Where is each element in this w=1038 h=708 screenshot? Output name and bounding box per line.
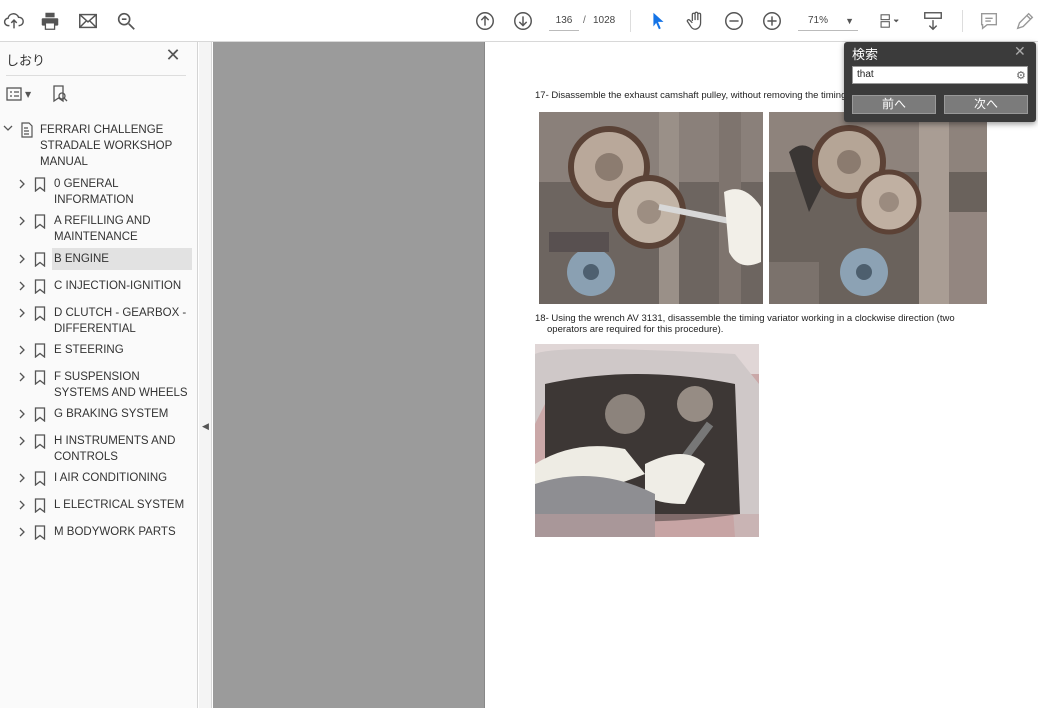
find-input[interactable]: that	[852, 66, 1028, 84]
page-separator: /	[583, 15, 586, 26]
step-18-text-cont: operators are required for this procedur…	[547, 324, 724, 335]
chevron-right-icon[interactable]	[16, 435, 28, 449]
bookmark-icon	[34, 471, 46, 487]
bookmark-label: M BODYWORK PARTS	[54, 526, 176, 538]
zoom-select[interactable]: 71% ▼	[798, 11, 858, 31]
find-bookmark-button[interactable]	[52, 84, 68, 104]
zoom-search-icon[interactable]	[114, 9, 138, 33]
bookmark-label: A REFILLING AND MAINTENANCE	[54, 215, 151, 243]
page-up-icon[interactable]	[473, 9, 497, 33]
chevron-right-icon[interactable]	[16, 307, 28, 321]
bookmark-icon	[34, 306, 46, 322]
bookmark-label: H INSTRUMENTS AND CONTROLS	[54, 435, 176, 463]
bookmark-icon	[34, 370, 46, 386]
close-icon[interactable]: ✕	[164, 47, 182, 65]
chevron-right-icon[interactable]	[16, 280, 28, 294]
close-icon[interactable]: ✕	[1014, 44, 1026, 60]
bookmark-icon	[34, 279, 46, 295]
chevron-right-icon[interactable]	[16, 472, 28, 486]
bookmark-label: B ENGINE	[54, 253, 109, 265]
bookmark-label: G BRAKING SYSTEM	[54, 408, 169, 420]
find-previous-button[interactable]: 前へ	[852, 95, 936, 114]
bookmark-icon	[34, 214, 46, 230]
chevron-down-icon: ▼	[845, 16, 854, 26]
bookmark-icon	[34, 407, 46, 423]
chevron-right-icon[interactable]	[16, 215, 28, 229]
bookmark-icon	[34, 343, 46, 359]
bookmark-label: L ELECTRICAL SYSTEM	[54, 499, 185, 511]
bookmark-icon	[34, 177, 46, 193]
total-pages: 1028	[593, 15, 616, 26]
find-title: 検索	[852, 48, 879, 63]
bookmark-label: C INJECTION-IGNITION	[54, 280, 182, 292]
bookmark-icon	[34, 498, 46, 514]
divider	[6, 75, 186, 76]
timing-variator-photo	[535, 344, 759, 537]
scroll-mode-icon[interactable]	[921, 9, 945, 33]
chevron-down-icon: ▼	[25, 89, 32, 99]
step-17-text: 17- Disassemble the exhaust camshaft pul…	[535, 90, 847, 101]
pdf-page: 17- Disassemble the exhaust camshaft pul…	[484, 42, 1038, 708]
gear-icon[interactable]: ⚙	[1016, 69, 1026, 82]
bookmark-search-icon	[53, 85, 68, 103]
bookmark-label: I AIR CONDITIONING	[54, 472, 168, 484]
toolbar: 136 / 1028 71% ▼	[0, 0, 1038, 42]
bookmark-label: E STEERING	[54, 344, 124, 356]
chevron-down-icon[interactable]	[2, 122, 14, 136]
panel-collapse-handle[interactable]: ◀	[199, 42, 212, 708]
chevron-right-icon[interactable]	[16, 344, 28, 358]
bookmark-label: F SUSPENSION SYSTEMS AND WHEELS	[54, 371, 188, 399]
bookmark-icon	[34, 252, 46, 268]
find-next-button[interactable]: 次へ	[944, 95, 1028, 114]
toolbar-divider	[962, 10, 963, 32]
bookmark-icon	[34, 525, 46, 541]
cloud-upload-icon[interactable]	[2, 9, 26, 33]
zoom-out-icon[interactable]	[722, 9, 746, 33]
chevron-right-icon[interactable]	[16, 408, 28, 422]
step-18-text: 18- Using the wrench AV 3131, disassembl…	[535, 313, 955, 324]
comment-icon[interactable]	[977, 9, 1001, 33]
document-icon	[20, 122, 33, 138]
print-icon[interactable]	[38, 9, 62, 33]
chevron-left-icon[interactable]: ◀	[202, 422, 209, 432]
list-options-icon	[6, 87, 22, 101]
options-menu-button[interactable]: ▼	[6, 84, 31, 104]
chevron-right-icon[interactable]	[16, 371, 28, 385]
find-panel: 検索 ✕ that ⚙ 前へ 次へ	[844, 42, 1036, 122]
page-down-icon[interactable]	[511, 9, 535, 33]
camshaft-pulley-photo	[539, 112, 763, 304]
pen-icon[interactable]	[1013, 9, 1037, 33]
select-cursor-icon[interactable]	[646, 9, 670, 33]
chevron-right-icon[interactable]	[16, 526, 28, 540]
mail-icon[interactable]	[76, 9, 100, 33]
toolbar-divider	[630, 10, 631, 32]
bookmark-label: 0 GENERAL INFORMATION	[54, 178, 134, 206]
page-layout-icon[interactable]	[874, 9, 906, 33]
zoom-in-icon[interactable]	[760, 9, 784, 33]
bookmark-label: FERRARI CHALLENGE STRADALE WORKSHOP MANU…	[40, 124, 173, 168]
bookmark-label: D CLUTCH - GEARBOX - DIFFERENTIAL	[54, 307, 187, 335]
current-page-input[interactable]: 136	[549, 11, 579, 31]
chevron-right-icon[interactable]	[16, 499, 28, 513]
hand-icon[interactable]	[684, 9, 708, 33]
chevron-right-icon[interactable]	[16, 178, 28, 192]
panel-title: しおり	[6, 54, 46, 69]
camshaft-removed-photo	[769, 112, 987, 304]
bookmark-icon	[34, 434, 46, 450]
chevron-right-icon[interactable]	[16, 253, 28, 267]
zoom-value: 71%	[808, 15, 829, 26]
bookmarks-panel: しおり ✕ ▼ FERRARI CHALLENGE STRADALE WORKS…	[0, 42, 198, 708]
document-viewport: 17- Disassemble the exhaust camshaft pul…	[213, 42, 1038, 708]
